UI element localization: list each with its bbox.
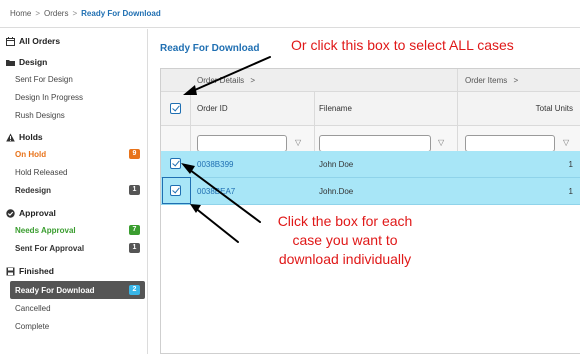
page-title: Ready For Download bbox=[160, 43, 260, 54]
filename-cell: John.Doe bbox=[319, 187, 354, 196]
count-badge: 2 bbox=[129, 285, 140, 295]
sidebar-section-label: Design bbox=[19, 57, 48, 67]
breadcrumb-current: Ready For Download bbox=[81, 9, 161, 18]
save-icon bbox=[6, 267, 15, 276]
count-badge: 9 bbox=[129, 149, 140, 159]
sidebar-section-finished: Finished bbox=[6, 266, 54, 276]
sidebar-item-label: Complete bbox=[15, 321, 50, 331]
total-units-filter-input[interactable] bbox=[465, 135, 555, 152]
filter-icon[interactable]: ▽ bbox=[295, 138, 301, 147]
annotation-select-all: Or click this box to select ALL cases bbox=[291, 37, 514, 53]
select-all-checkbox[interactable] bbox=[170, 103, 181, 114]
breadcrumb-separator: > bbox=[35, 9, 41, 18]
column-header-total-units[interactable]: Total Units bbox=[536, 104, 573, 113]
sidebar-item-label: All Orders bbox=[19, 36, 61, 46]
column-header-filename[interactable]: Filename bbox=[319, 104, 352, 113]
chevron-right-icon: > bbox=[513, 76, 519, 85]
filter-icon[interactable]: ▽ bbox=[563, 138, 569, 147]
column-divider bbox=[314, 92, 315, 126]
sidebar-item-redesign[interactable]: Redesign 1 bbox=[10, 182, 145, 198]
calendar-icon bbox=[6, 36, 15, 46]
check-circle-icon bbox=[6, 208, 15, 218]
sidebar-item-design-in-progress[interactable]: Design In Progress bbox=[10, 89, 145, 105]
sidebar-item-rush-designs[interactable]: Rush Designs bbox=[10, 107, 145, 123]
count-badge: 1 bbox=[129, 243, 140, 253]
sidebar-item-label: Cancelled bbox=[15, 303, 51, 313]
annotation-line: Click the box for each bbox=[277, 213, 413, 229]
table-row[interactable]: 0038B399 John Doe 1 bbox=[161, 151, 580, 178]
sidebar-item-sent-for-approval[interactable]: Sent For Approval 1 bbox=[10, 240, 145, 256]
chevron-right-icon: > bbox=[250, 76, 256, 85]
sidebar-item-label: Rush Designs bbox=[15, 110, 65, 120]
sidebar-item-all-orders[interactable]: All Orders bbox=[6, 36, 60, 46]
breadcrumb-orders[interactable]: Orders bbox=[44, 9, 68, 18]
table-row[interactable]: 0038BEA7 John.Doe 1 bbox=[161, 178, 580, 205]
annotation-individual: Click the box for each case you want to … bbox=[252, 212, 438, 269]
column-header-row: Order ID Filename Total Units bbox=[161, 92, 580, 126]
sidebar-item-cancelled[interactable]: Cancelled bbox=[10, 300, 145, 316]
sidebar-section-design: Design bbox=[6, 57, 47, 67]
column-group-order-items[interactable]: Order Items > bbox=[465, 76, 518, 85]
column-group-label: Order Items bbox=[465, 76, 508, 85]
column-group-label: Order Details bbox=[197, 76, 245, 85]
sidebar-section-label: Finished bbox=[19, 266, 54, 276]
sidebar-section-holds: Holds bbox=[6, 132, 43, 142]
order-id-link[interactable]: 0038BEA7 bbox=[197, 187, 235, 196]
sidebar-item-hold-released[interactable]: Hold Released bbox=[10, 164, 145, 180]
sidebar-item-label: Sent For Approval bbox=[15, 243, 85, 253]
breadcrumb-home[interactable]: Home bbox=[10, 9, 31, 18]
order-id-filter-input[interactable] bbox=[197, 135, 287, 152]
annotation-line: download individually bbox=[278, 251, 412, 267]
sidebar-item-needs-approval[interactable]: Needs Approval 7 bbox=[10, 222, 145, 238]
breadcrumb-separator: > bbox=[72, 9, 78, 18]
sidebar-item-label: Design In Progress bbox=[15, 92, 84, 102]
orders-grid: Order Details > Order Items > Order ID F… bbox=[160, 68, 580, 354]
folder-icon bbox=[6, 58, 15, 67]
count-badge: 1 bbox=[129, 185, 140, 195]
column-divider bbox=[457, 92, 458, 126]
sidebar-item-label: Redesign bbox=[15, 185, 52, 195]
count-badge: 7 bbox=[129, 225, 140, 235]
column-group-order-details[interactable]: Order Details > bbox=[197, 76, 255, 85]
sidebar-item-on-hold[interactable]: On Hold 9 bbox=[10, 146, 145, 162]
sidebar-item-ready-for-download[interactable]: Ready For Download 2 bbox=[10, 281, 145, 299]
column-divider bbox=[190, 92, 191, 126]
sidebar-section-label: Approval bbox=[19, 208, 56, 218]
sidebar-section-approval: Approval bbox=[6, 208, 56, 218]
column-header-order-id[interactable]: Order ID bbox=[197, 104, 228, 113]
sidebar-section-label: Holds bbox=[19, 132, 43, 142]
filename-cell: John Doe bbox=[319, 160, 354, 169]
warning-icon bbox=[6, 133, 15, 142]
sidebar-item-complete[interactable]: Complete bbox=[10, 318, 145, 334]
breadcrumb: Home > Orders > Ready For Download bbox=[0, 0, 580, 28]
filter-icon[interactable]: ▽ bbox=[438, 138, 444, 147]
focused-cell-outline bbox=[162, 177, 191, 204]
total-units-cell: 1 bbox=[568, 160, 573, 169]
column-group-row: Order Details > Order Items > bbox=[161, 69, 580, 92]
column-divider bbox=[457, 69, 458, 92]
annotation-line: case you want to bbox=[292, 232, 398, 248]
sidebar-item-label: Ready For Download bbox=[15, 285, 95, 295]
total-units-cell: 1 bbox=[568, 187, 573, 196]
sidebar-item-label: Sent For Design bbox=[15, 74, 73, 84]
order-id-link[interactable]: 0038B399 bbox=[197, 160, 233, 169]
sidebar-item-label: On Hold bbox=[15, 149, 47, 159]
sidebar-item-sent-for-design[interactable]: Sent For Design bbox=[10, 71, 145, 87]
row-checkbox[interactable] bbox=[170, 158, 181, 169]
sidebar: All Orders Design Sent For Design Design… bbox=[0, 29, 148, 354]
filename-filter-input[interactable] bbox=[319, 135, 431, 152]
sidebar-item-label: Needs Approval bbox=[15, 225, 76, 235]
sidebar-item-label: Hold Released bbox=[15, 167, 68, 177]
